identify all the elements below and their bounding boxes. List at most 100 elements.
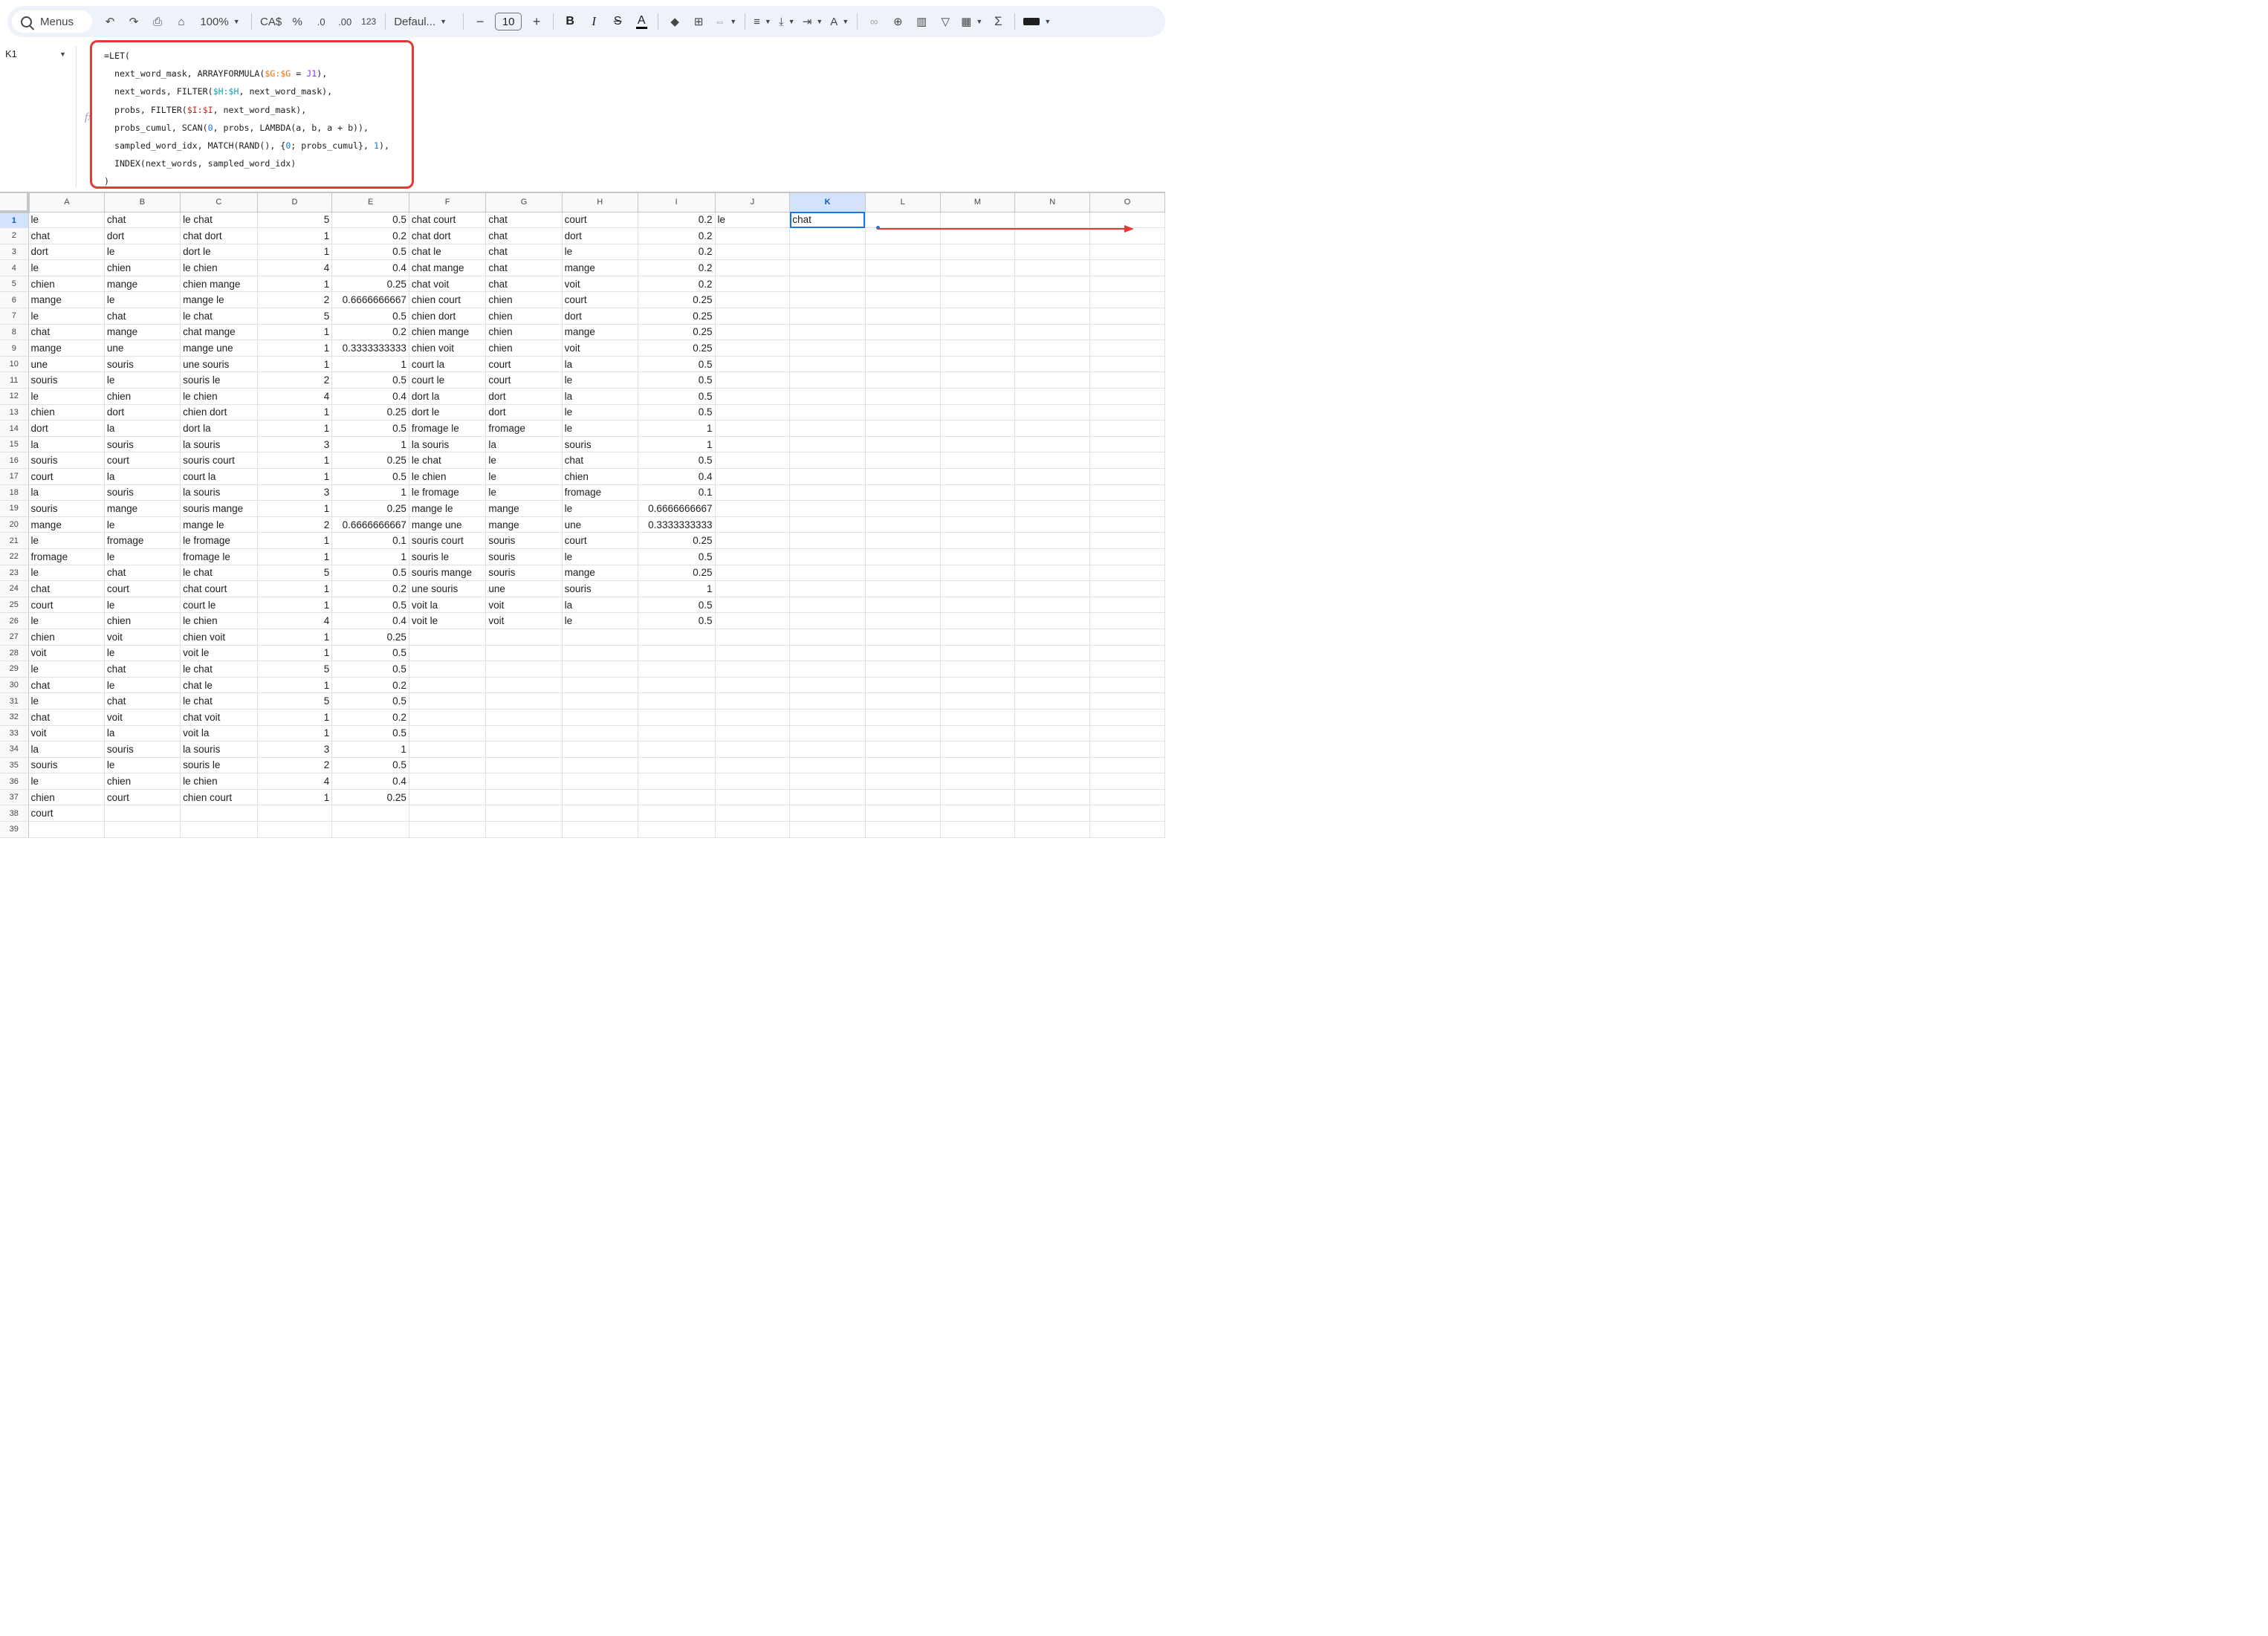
cell-k35[interactable] <box>789 757 866 774</box>
column-header-g[interactable]: G <box>485 193 563 212</box>
cell-g3[interactable]: chat <box>485 244 563 261</box>
cell-c27[interactable]: chien voit <box>180 629 258 646</box>
cell-e22[interactable]: 1 <box>331 548 409 565</box>
cell-f14[interactable]: fromage le <box>409 420 487 437</box>
cell-i22[interactable]: 0.5 <box>638 548 716 565</box>
cell-i7[interactable]: 0.25 <box>638 308 716 325</box>
cell-n4[interactable] <box>1014 259 1091 276</box>
cell-b31[interactable]: chat <box>104 692 181 710</box>
cell-c16[interactable]: souris court <box>180 452 258 469</box>
cell-j4[interactable] <box>715 259 791 276</box>
cell-c37[interactable]: chien court <box>180 789 258 806</box>
cell-b14[interactable]: la <box>104 420 181 437</box>
cell-d22[interactable]: 1 <box>257 548 333 565</box>
cell-o30[interactable] <box>1089 677 1165 694</box>
cell-c11[interactable]: souris le <box>180 371 258 389</box>
cell-d34[interactable]: 3 <box>257 741 333 758</box>
cell-f37[interactable] <box>409 789 487 806</box>
cell-d37[interactable]: 1 <box>257 789 333 806</box>
cell-f36[interactable] <box>409 773 487 790</box>
cell-d3[interactable]: 1 <box>257 244 333 261</box>
cell-o12[interactable] <box>1089 388 1165 405</box>
cell-h3[interactable]: le <box>562 244 638 261</box>
row-header[interactable]: 14 <box>0 420 29 437</box>
cell-d15[interactable]: 3 <box>257 436 333 453</box>
cell-k10[interactable] <box>789 356 866 373</box>
cell-o25[interactable] <box>1089 597 1165 614</box>
cell-c34[interactable]: la souris <box>180 741 258 758</box>
cell-b20[interactable]: le <box>104 516 181 533</box>
cell-m10[interactable] <box>940 356 1016 373</box>
cell-c38[interactable] <box>180 805 258 822</box>
column-header-e[interactable]: E <box>331 193 409 212</box>
cell-f27[interactable] <box>409 629 487 646</box>
cell-h36[interactable] <box>562 773 638 790</box>
cell-e24[interactable]: 0.2 <box>331 580 409 597</box>
cell-e18[interactable]: 1 <box>331 484 409 501</box>
cell-i30[interactable] <box>638 677 716 694</box>
cell-b9[interactable]: une <box>104 340 181 357</box>
row-header[interactable]: 6 <box>0 291 29 309</box>
cell-o6[interactable] <box>1089 291 1165 309</box>
cell-e30[interactable]: 0.2 <box>331 677 409 694</box>
cell-g7[interactable]: chien <box>485 308 563 325</box>
cell-n22[interactable] <box>1014 548 1091 565</box>
cell-k8[interactable] <box>789 324 866 341</box>
cell-l35[interactable] <box>865 757 941 774</box>
cell-c18[interactable]: la souris <box>180 484 258 501</box>
row-header[interactable]: 8 <box>0 324 29 341</box>
select-all-corner[interactable] <box>0 193 30 213</box>
cell-n7[interactable] <box>1014 308 1091 325</box>
row-header[interactable]: 1 <box>0 212 29 229</box>
row-header[interactable]: 31 <box>0 692 29 710</box>
cell-o14[interactable] <box>1089 420 1165 437</box>
cell-a33[interactable]: voit <box>28 725 105 742</box>
cell-o19[interactable] <box>1089 500 1165 517</box>
cell-l6[interactable] <box>865 291 941 309</box>
cell-o37[interactable] <box>1089 789 1165 806</box>
cell-e8[interactable]: 0.2 <box>331 324 409 341</box>
cell-b36[interactable]: chien <box>104 773 181 790</box>
cell-i28[interactable] <box>638 645 716 662</box>
cell-i21[interactable]: 0.25 <box>638 532 716 549</box>
cell-a23[interactable]: le <box>28 565 105 582</box>
cell-f7[interactable]: chien dort <box>409 308 487 325</box>
cell-h7[interactable]: dort <box>562 308 638 325</box>
cell-j11[interactable] <box>715 371 791 389</box>
cell-k30[interactable] <box>789 677 866 694</box>
cell-o29[interactable] <box>1089 660 1165 678</box>
cell-k6[interactable] <box>789 291 866 309</box>
cell-g18[interactable]: le <box>485 484 563 501</box>
cell-m38[interactable] <box>940 805 1016 822</box>
cell-m39[interactable] <box>940 821 1016 838</box>
cell-i36[interactable] <box>638 773 716 790</box>
cell-c30[interactable]: chat le <box>180 677 258 694</box>
cell-j33[interactable] <box>715 725 791 742</box>
cell-f6[interactable]: chien court <box>409 291 487 309</box>
cell-a2[interactable]: chat <box>28 227 105 244</box>
cell-a22[interactable]: fromage <box>28 548 105 565</box>
functions-button[interactable]: Σ <box>987 10 1009 33</box>
cell-m36[interactable] <box>940 773 1016 790</box>
cell-g30[interactable] <box>485 677 563 694</box>
column-header-h[interactable]: H <box>562 193 638 212</box>
cell-b26[interactable]: chien <box>104 612 181 629</box>
cell-n15[interactable] <box>1014 436 1091 453</box>
cell-h30[interactable] <box>562 677 638 694</box>
cell-a21[interactable]: le <box>28 532 105 549</box>
cell-a24[interactable]: chat <box>28 580 105 597</box>
row-header[interactable]: 22 <box>0 548 29 565</box>
row-header[interactable]: 28 <box>0 645 29 662</box>
cell-i1[interactable]: 0.2 <box>638 212 716 229</box>
cell-n24[interactable] <box>1014 580 1091 597</box>
cell-g5[interactable]: chat <box>485 276 563 293</box>
cell-b24[interactable]: court <box>104 580 181 597</box>
font-family-select[interactable]: Defaul... ▼ <box>391 10 458 33</box>
cell-e16[interactable]: 0.25 <box>331 452 409 469</box>
cell-h39[interactable] <box>562 821 638 838</box>
cell-g12[interactable]: dort <box>485 388 563 405</box>
cell-a6[interactable]: mange <box>28 291 105 309</box>
cell-h33[interactable] <box>562 725 638 742</box>
cell-i29[interactable] <box>638 660 716 678</box>
cell-i17[interactable]: 0.4 <box>638 468 716 485</box>
